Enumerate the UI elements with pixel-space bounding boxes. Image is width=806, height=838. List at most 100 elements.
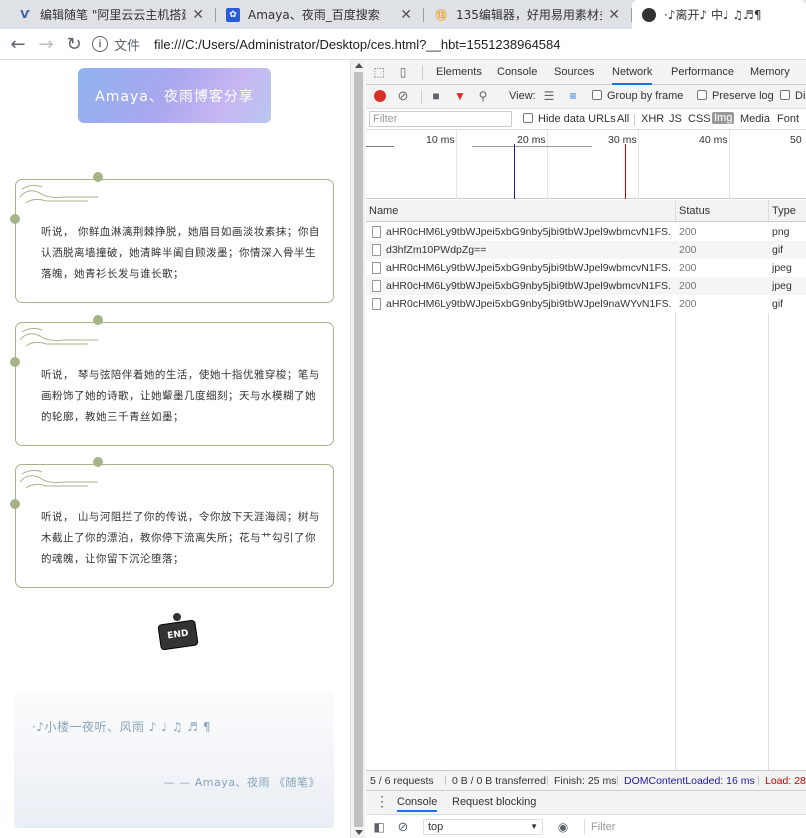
separator: | [757, 774, 760, 786]
tab-network[interactable]: Network [612, 60, 653, 85]
cloud-swirl-icon [19, 184, 98, 204]
tab-elements[interactable]: Elements [436, 60, 482, 85]
checkbox[interactable] [780, 90, 790, 100]
preserve-log-label: Preserve log [712, 90, 774, 102]
console-toolbar: ◧ ⊘ top ▼ ◉ Filter [366, 814, 806, 838]
file-icon [372, 226, 381, 238]
separator [422, 65, 423, 80]
request-row[interactable]: aHR0cHM6Ly9tbWJpei5xbG9nby5jbi9tbWJpel9n… [366, 295, 806, 313]
browser-tab-1[interactable]: ✿ Amaya、夜雨_百度搜索 ✕ [216, 0, 422, 29]
close-icon[interactable]: ✕ [192, 7, 204, 23]
type-filter-all[interactable]: All [617, 113, 629, 125]
checkbox[interactable] [523, 113, 533, 123]
scroll-up-icon[interactable] [355, 63, 363, 68]
card-ornament [8, 452, 108, 512]
drawer-tab-console[interactable]: Console [397, 796, 438, 812]
type-filter-js[interactable]: JS [669, 113, 682, 125]
poem-text: 听说， 你鲜血淋漓荆棘挣脱，她眉目如画淡妆素抹；你自认洒脱离墙撞破，她清眸半阖自… [41, 226, 320, 280]
info-icon[interactable]: i [92, 36, 108, 52]
waterfall-view-icon[interactable]: ≡ [566, 89, 580, 103]
address-bar[interactable]: i 文件 file:///C:/Users/Administrator/Desk… [92, 32, 806, 56]
chevron-down-icon: ▼ [530, 822, 538, 831]
grid-line [547, 130, 548, 199]
filter-input[interactable]: Filter [369, 111, 512, 127]
type-filter-xhr[interactable]: XHR [641, 113, 664, 125]
tab-console[interactable]: Console [497, 60, 537, 85]
tab-title: 135编辑器，好用易用素材多，名 [456, 8, 602, 22]
preserve-log-option[interactable]: Preserve log [697, 90, 774, 102]
request-row[interactable]: d3hfZm10PWdpZg== 200 gif [366, 241, 806, 259]
drawer-tab-request-blocking[interactable]: Request blocking [452, 796, 536, 808]
grid-line [729, 130, 730, 199]
device-toolbar-icon[interactable]: ▯ [396, 65, 410, 79]
reload-icon[interactable]: ↻ [63, 33, 85, 55]
network-filter-bar: Filter Hide data URLs All XHR JS CSS Img… [366, 109, 806, 130]
clear-console-icon[interactable]: ⊘ [396, 819, 410, 834]
request-row[interactable]: aHR0cHM6Ly9tbWJpei5xbG9nby5jbi9tbWJpel9w… [366, 223, 806, 241]
hide-data-urls-option[interactable]: Hide data URLs [523, 113, 616, 125]
col-name[interactable]: Name [369, 205, 398, 217]
sidebar-toggle-icon[interactable]: ◧ [372, 820, 386, 834]
network-overview-timeline[interactable]: 10 ms 20 ms 30 ms 40 ms 50 [366, 130, 806, 199]
screenshot-icon[interactable]: ■ [429, 89, 443, 103]
editor-icon: ⑬ [435, 8, 447, 22]
browser-toolbar: ← → ↻ i 文件 file:///C:/Users/Administrato… [0, 29, 806, 60]
list-view-icon[interactable]: ☰ [542, 89, 556, 103]
url-text[interactable]: file:///C:/Users/Administrator/Desktop/c… [154, 37, 560, 52]
type-filter-css[interactable]: CSS [688, 113, 711, 125]
page-scrollbar[interactable] [350, 60, 365, 838]
transfer-size: 0 B / 0 B transferred [452, 775, 546, 787]
request-name: aHR0cHM6Ly9tbWJpei5xbG9nby5jbi9tbWJpel9w… [386, 280, 671, 292]
record-icon[interactable] [374, 90, 386, 102]
tab-title: 编辑随笔 "阿里云云主机搭建网站 [40, 8, 186, 22]
file-icon [372, 262, 381, 274]
clear-icon[interactable]: ⊘ [396, 88, 410, 103]
type-filter-media[interactable]: Media [740, 113, 770, 125]
close-icon[interactable]: ✕ [400, 7, 412, 23]
browser-tab-0[interactable]: Ѵ 编辑随笔 "阿里云云主机搭建网站 ✕ [8, 0, 214, 29]
scrollbar-thumb[interactable] [354, 72, 363, 827]
filter-icon[interactable]: ▼ [453, 89, 467, 103]
ornament-dot [93, 172, 103, 182]
disable-cache-option[interactable]: Di [780, 90, 805, 102]
request-type: gif [772, 298, 784, 310]
request-name: aHR0cHM6Ly9tbWJpei5xbG9nby5jbi9tbWJpel9w… [386, 226, 671, 238]
tab-performance[interactable]: Performance [671, 60, 734, 85]
tab-sources[interactable]: Sources [554, 60, 594, 85]
search-icon[interactable]: ⚲ [476, 89, 490, 103]
request-type: gif [772, 244, 784, 256]
close-icon[interactable]: ✕ [608, 7, 620, 23]
separator [421, 90, 422, 104]
tab-title: Amaya、夜雨_百度搜索 [248, 8, 380, 22]
col-status[interactable]: Status [679, 205, 710, 217]
checkbox[interactable] [697, 90, 707, 100]
request-row[interactable]: aHR0cHM6Ly9tbWJpei5xbG9nby5jbi9tbWJpel9w… [366, 277, 806, 295]
inspect-icon[interactable]: ⬚ [372, 65, 386, 79]
request-status: 200 [679, 226, 697, 238]
console-filter-input[interactable]: Filter [584, 819, 806, 835]
signature-text: ·♪小楼一夜听、风雨 ♪ ♩ ♫ ♬ ¶ [32, 720, 212, 734]
request-bar [472, 146, 592, 147]
group-by-frame-option[interactable]: Group by frame [592, 90, 683, 102]
forward-arrow-icon[interactable]: → [35, 33, 57, 55]
eye-icon[interactable]: ◉ [556, 820, 570, 834]
tab-title: ·♪离开♪ 中♩ ♫♬¶ [664, 8, 762, 22]
browser-tab-3[interactable]: ·♪离开♪ 中♩ ♫♬¶ [632, 0, 806, 29]
tab-memory[interactable]: Memory [750, 60, 790, 85]
type-filter-font[interactable]: Font [777, 113, 799, 125]
context-selector[interactable]: top ▼ [423, 819, 543, 835]
back-arrow-icon[interactable]: ← [7, 33, 29, 55]
end-sign: END [157, 613, 199, 653]
dom-content-loaded-marker [514, 144, 515, 199]
cloud-swirl-icon [19, 327, 98, 347]
request-status: 200 [679, 262, 697, 274]
request-row[interactable]: aHR0cHM6Ly9tbWJpei5xbG9nby5jbi9tbWJpel9w… [366, 259, 806, 277]
kebab-menu-icon[interactable]: ⋮ [375, 793, 389, 810]
file-icon [372, 298, 381, 310]
checkbox[interactable] [592, 90, 602, 100]
type-filter-img[interactable]: Img [712, 112, 735, 124]
view-label: View: [509, 90, 536, 102]
col-type[interactable]: Type [772, 205, 796, 217]
browser-tab-2[interactable]: ⑬ 135编辑器，好用易用素材多，名 ✕ [424, 0, 630, 29]
scroll-down-icon[interactable] [355, 830, 363, 835]
